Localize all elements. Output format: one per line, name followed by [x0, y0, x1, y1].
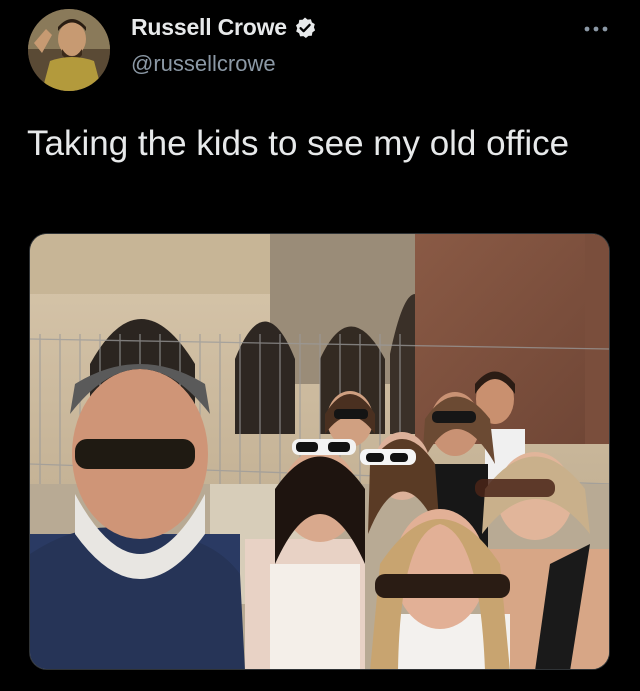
group-selfie-photo: [30, 234, 609, 669]
author-display-name[interactable]: Russell Crowe: [131, 14, 287, 41]
tweet-photo[interactable]: [29, 233, 610, 670]
profile-avatar[interactable]: [28, 9, 110, 91]
verified-badge-icon: [293, 16, 317, 40]
author-name-row[interactable]: Russell Crowe: [131, 14, 317, 41]
author-handle[interactable]: @russellcrowe: [131, 51, 276, 77]
avatar-image: [28, 9, 110, 91]
more-options-icon[interactable]: [579, 18, 613, 40]
tweet-text: Taking the kids to see my old office: [27, 124, 570, 163]
